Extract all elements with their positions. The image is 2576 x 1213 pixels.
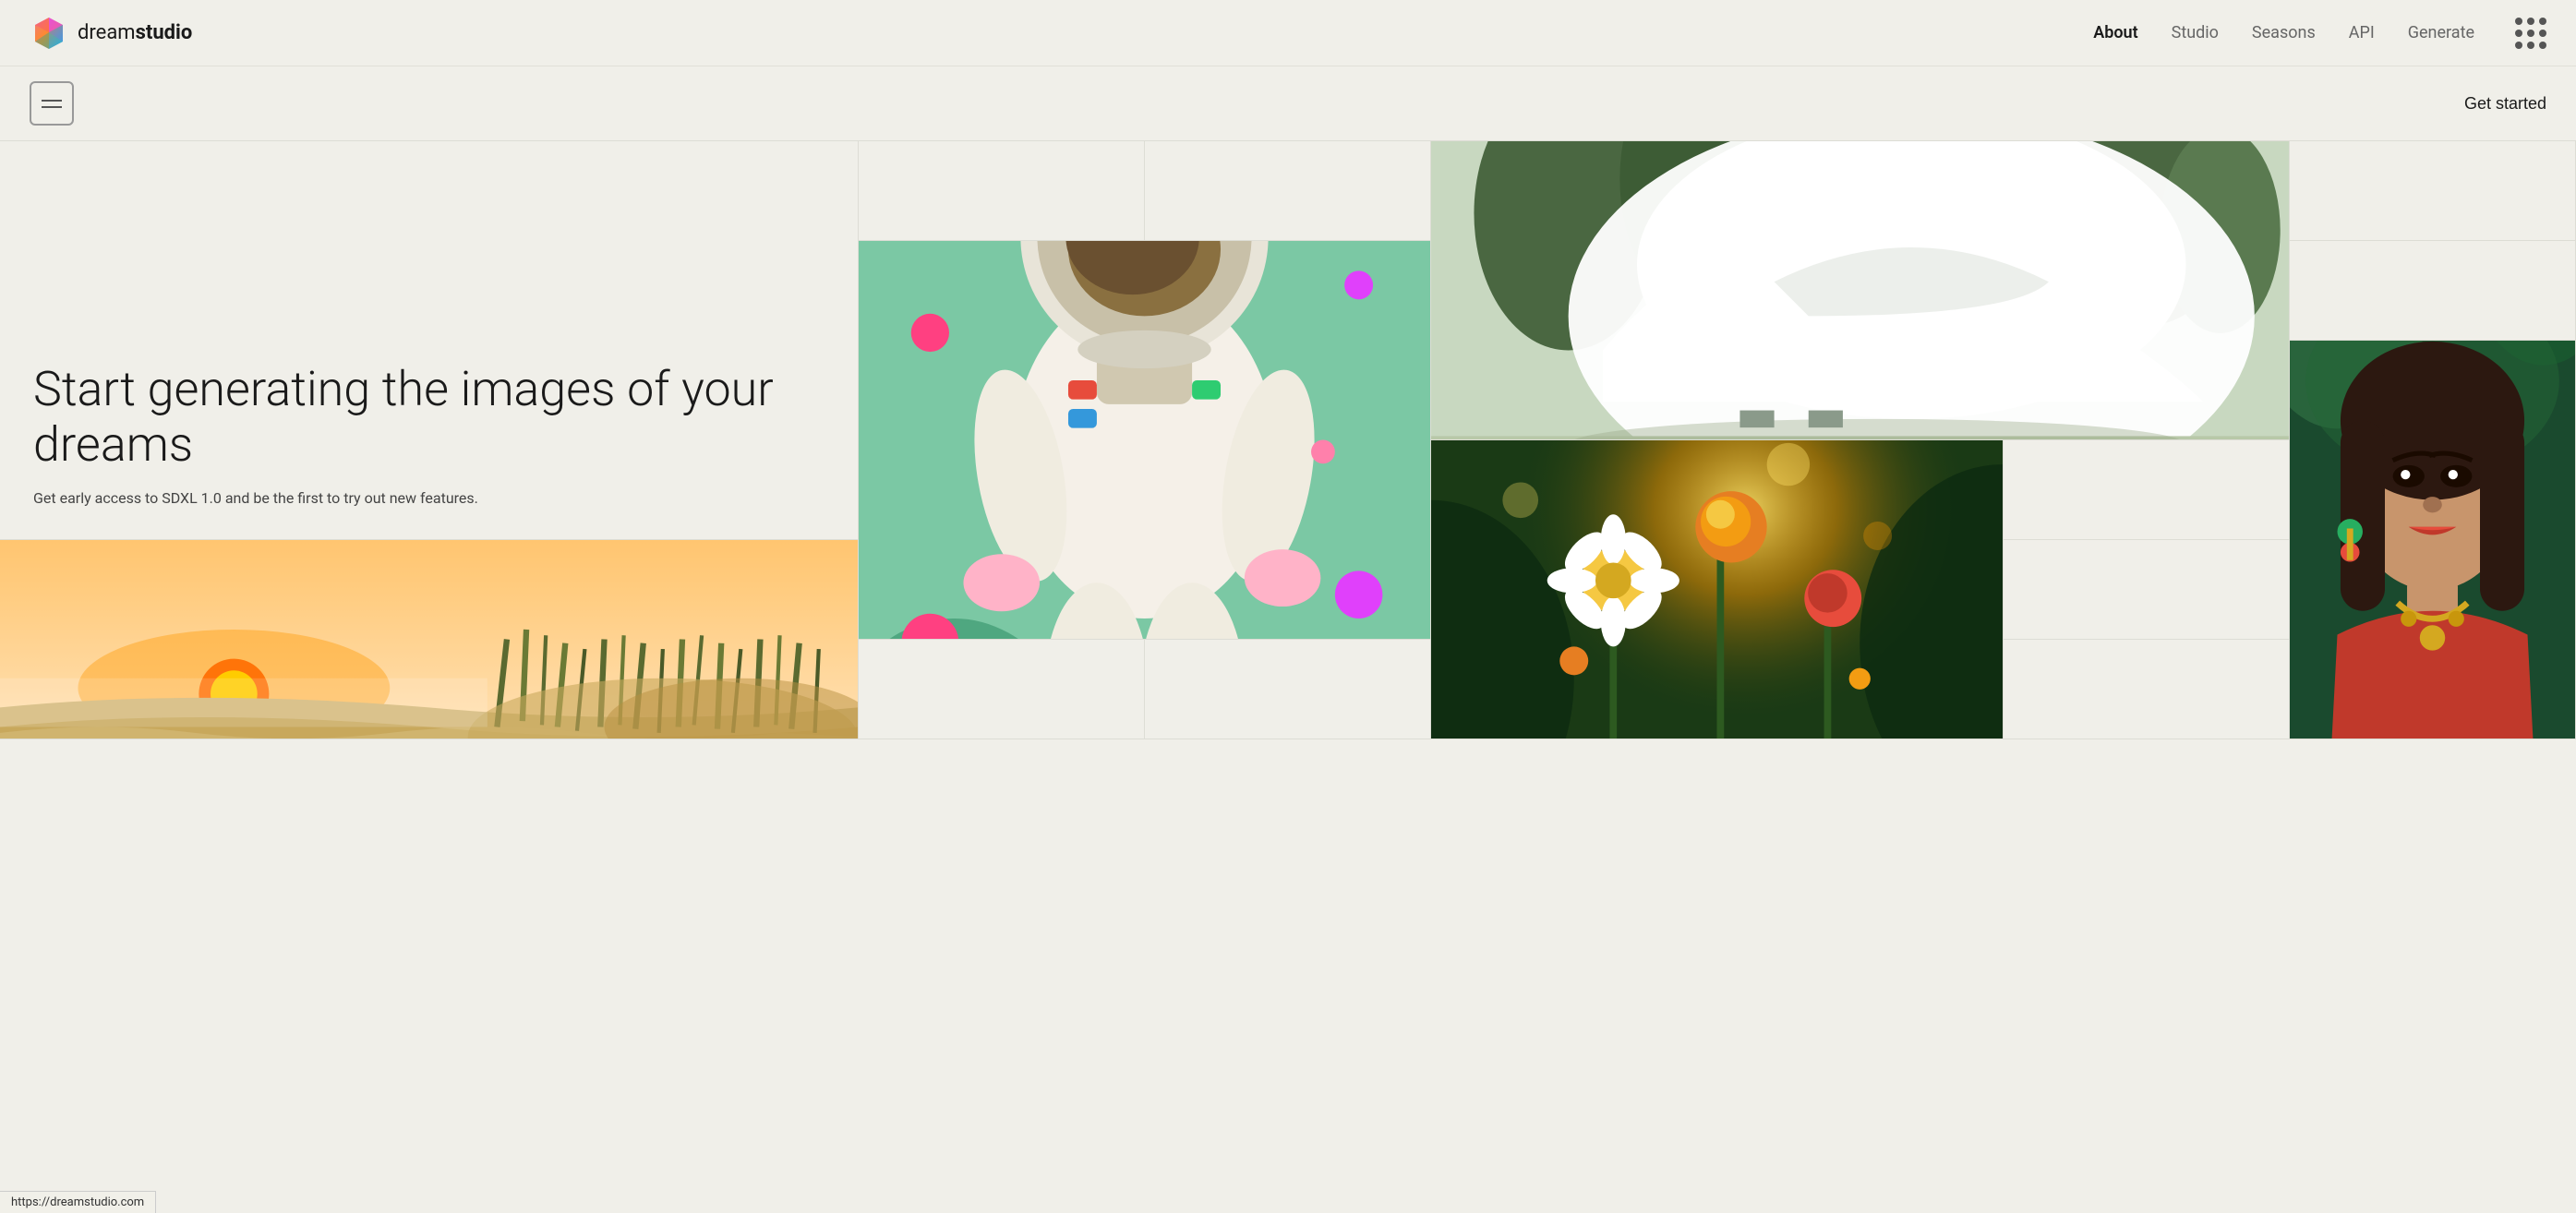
logo-text: dreamstudio [78, 21, 192, 44]
grid-cell [2004, 440, 2290, 540]
portrait-image-cell [2290, 341, 2576, 739]
dot [2527, 18, 2534, 25]
main-nav: About Studio Seasons API Generate [2093, 18, 2546, 49]
grid-cell [1145, 141, 1431, 241]
main-header: dreamstudio About Studio Seasons API Gen… [0, 0, 2576, 66]
nav-api[interactable]: API [2349, 23, 2375, 42]
portrait-image [2290, 341, 2575, 739]
dot [2539, 30, 2546, 37]
get-started-button[interactable]: Get started [2464, 94, 2546, 114]
grid-cell [2004, 540, 2290, 640]
beach-image-cell [0, 540, 859, 739]
grid-cell [2004, 640, 2290, 739]
nav-studio[interactable]: Studio [2172, 23, 2219, 42]
grid-cell [2290, 141, 2576, 241]
logo-icon [30, 14, 68, 53]
url-bar: https://dreamstudio.com [0, 1191, 156, 1213]
nav-grid-icon[interactable] [2515, 18, 2546, 49]
astronaut-image-cell [859, 241, 1431, 640]
architecture-image-cell [1431, 141, 2290, 440]
hero-title: Start generating the images of your drea… [33, 362, 825, 473]
grid-cell [859, 141, 1145, 241]
menu-line-bottom [42, 106, 62, 108]
beach-image [0, 540, 858, 739]
dot [2539, 42, 2546, 49]
sub-header: Get started [0, 66, 2576, 140]
nav-about[interactable]: About [2093, 23, 2137, 42]
main-content: Start generating the images of your drea… [0, 140, 2576, 739]
astronaut-image [859, 241, 1430, 639]
dot [2527, 30, 2534, 37]
logo-link[interactable]: dreamstudio [30, 14, 192, 53]
flowers-image [1431, 440, 2003, 739]
nav-generate[interactable]: Generate [2408, 23, 2474, 42]
menu-button[interactable] [30, 81, 74, 126]
hero-text-area: Start generating the images of your drea… [0, 141, 859, 540]
grid-cell [2290, 241, 2576, 341]
dot [2515, 18, 2522, 25]
dot [2515, 42, 2522, 49]
grid-cell [859, 640, 1145, 739]
hero-subtitle: Get early access to SDXL 1.0 and be the … [33, 487, 825, 510]
dot [2539, 18, 2546, 25]
dot [2515, 30, 2522, 37]
architecture-image [1431, 141, 2289, 439]
nav-seasons[interactable]: Seasons [2252, 23, 2316, 42]
menu-line-top [42, 100, 62, 102]
flowers-image-cell [1431, 440, 2004, 739]
image-grid: Start generating the images of your drea… [0, 140, 2576, 739]
dot [2527, 42, 2534, 49]
grid-cell [1145, 640, 1431, 739]
